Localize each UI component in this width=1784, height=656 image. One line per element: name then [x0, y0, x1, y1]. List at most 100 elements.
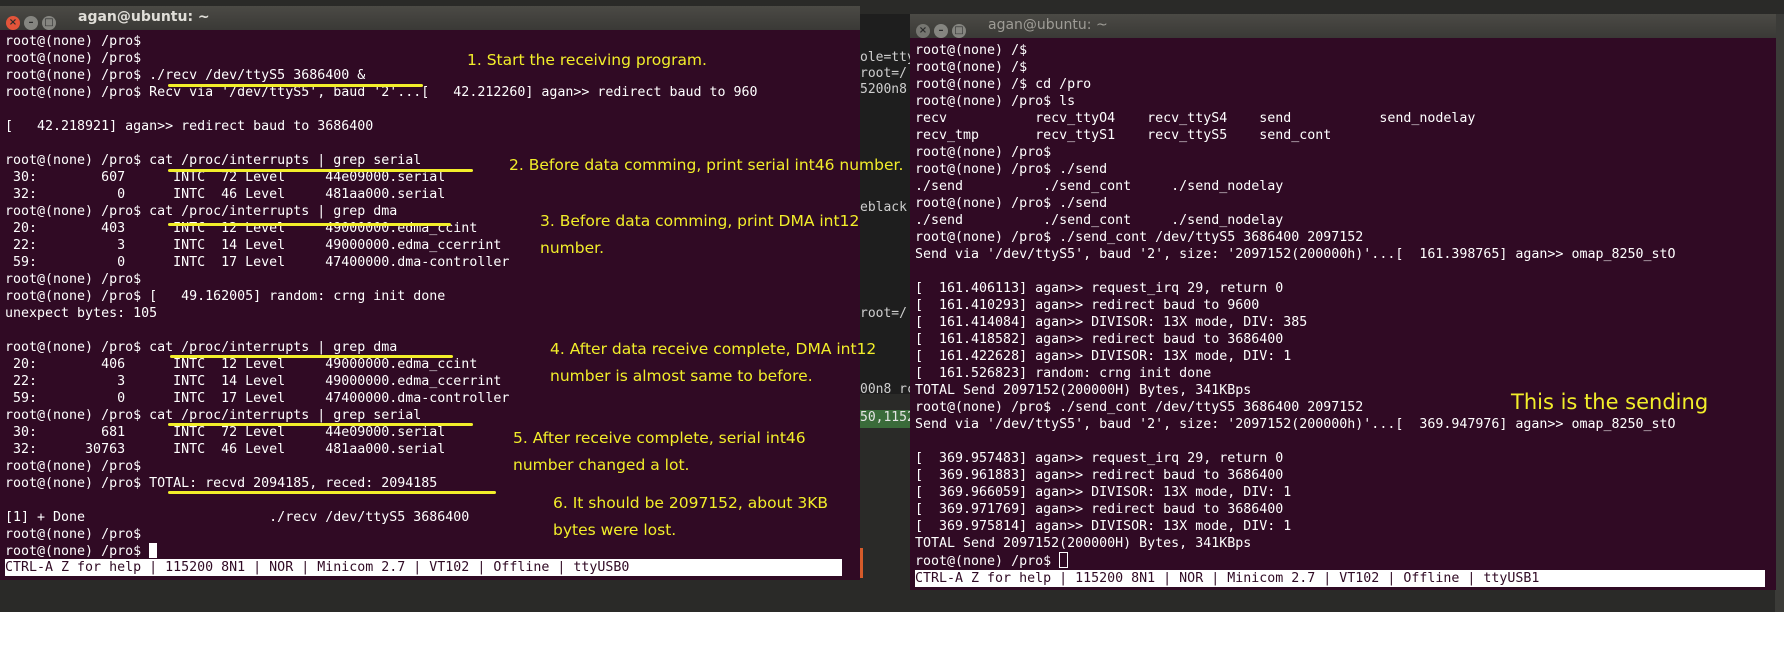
terminal-line-text: Send via '/dev/ttyS5', baud '2', size: '… [915, 417, 1676, 432]
annotation-1: 1. Start the receiving program. [467, 51, 707, 69]
terminal-line-text: root@(none) /pro$ cat /proc/interrupts |… [5, 204, 398, 219]
terminal-line: root@(none) /$ [915, 59, 1676, 76]
terminal-line-text: root@(none) /pro$ [5, 544, 150, 559]
terminal-line-text: root@(none) /pro$ ls [915, 94, 1076, 109]
terminal-line: root@(none) /$ cd /pro [915, 76, 1676, 93]
terminal-window-sender[interactable]: × – □ agan@ubuntu: ~ root@(none) /$ root@(n… [910, 14, 1776, 590]
minimize-icon[interactable]: – [24, 16, 38, 30]
fragment-text: root=/ [860, 306, 907, 321]
terminal-line-text: root@(none) /$ [915, 60, 1028, 75]
terminal-line: 59: 0 INTC 17 Level 47400000.dma-control… [5, 390, 758, 407]
terminal-line-text: root@(none) /pro$ [915, 554, 1060, 569]
minimize-icon[interactable]: – [934, 24, 948, 38]
terminal-line: root@(none) /pro$ ./send [915, 161, 1676, 178]
terminal-line-text: [ 161.406113] agan>> request_irq 29, ret… [915, 281, 1284, 296]
maximize-icon[interactable]: □ [952, 24, 966, 38]
terminal-line: [ 369.957483] agan>> request_irq 29, ret… [915, 450, 1676, 467]
annotation-4-line-2: number is almost same to before. [550, 367, 813, 385]
terminal-line: 32: 0 INTC 46 Level 481aa000.serial [5, 186, 758, 203]
annotation-5-line-1: 5. After receive complete, serial int46 [513, 429, 806, 447]
terminal-line: [ 161.526823] random: crng init done [915, 365, 1676, 382]
window-titlebar[interactable]: × – □ agan@ubuntu: ~ [910, 14, 1776, 38]
annotation-3: 3. Before data comming, print DMA int12 … [540, 208, 859, 262]
annotation-4-line-1: 4. After data receive complete, DMA int1… [550, 340, 877, 358]
annotation-sending: This is the sending [1511, 390, 1709, 414]
fragment-text: ole=tty [860, 50, 915, 65]
terminal-line-text: root@(none) /pro$ [5, 51, 142, 66]
terminal-line-text: 22: 3 INTC 14 Level 49000000.edma_ccerri… [5, 374, 502, 389]
annotation-underline [168, 169, 473, 172]
close-icon[interactable]: × [6, 16, 20, 30]
annotation-5: 5. After receive complete, serial int46 … [513, 425, 806, 479]
annotation-underline [168, 491, 496, 494]
terminal-output[interactable]: root@(none) /pro$ root@(none) /pro$ root@(… [5, 33, 758, 560]
terminal-line-text: root@(none) /$ cd /pro [915, 77, 1092, 92]
terminal-line-text: 22: 3 INTC 14 Level 49000000.edma_ccerri… [5, 238, 502, 253]
annotation-underline [168, 84, 423, 87]
terminal-line-text: [ 42.218921] agan>> redirect baud to 368… [5, 119, 374, 134]
terminal-line: root@(none) /$ [915, 42, 1676, 59]
terminal-line: root@(none) /pro$ [915, 144, 1676, 161]
annotation-underline [170, 355, 453, 358]
terminal-line-text: root@(none) /pro$ ./send_cont /dev/ttyS5… [915, 230, 1364, 245]
terminal-line-text: root@(none) /pro$ cat /proc/interrupts |… [5, 153, 422, 168]
terminal-line-text: 20: 406 INTC 12 Level 49000000.edma_ccin… [5, 357, 478, 372]
terminal-line: TOTAL Send 2097152(200000H) Bytes, 341KB… [915, 535, 1676, 552]
maximize-icon[interactable]: □ [42, 16, 56, 30]
terminal-line: [ 369.975814] agan>> DIVISOR: 13X mode, … [915, 518, 1676, 535]
terminal-line-text: recv_tmp recv_ttyS1 recv_ttyS5 send_cont [915, 128, 1332, 143]
terminal-line-text: 32: 0 INTC 46 Level 481aa000.serial [5, 187, 446, 202]
terminal-line-text: root@(none) /$ [915, 43, 1028, 58]
terminal-line: [ 369.966059] agan>> DIVISOR: 13X mode, … [915, 484, 1676, 501]
minicom-status-bar: CTRL-A Z for help | 115200 8N1 | NOR | M… [915, 570, 1765, 587]
terminal-line-text: unexpect bytes: 105 [5, 306, 158, 321]
terminal-line-text: 59: 0 INTC 17 Level 47400000.dma-control… [5, 391, 510, 406]
terminal-line-text: root@(none) /pro$ [5, 34, 142, 49]
terminal-line: [ 161.414084] agan>> DIVISOR: 13X mode, … [915, 314, 1676, 331]
terminal-line-text: root@(none) /pro$ [5, 272, 142, 287]
terminal-line: root@(none) /pro$ cat /proc/interrupts |… [5, 407, 758, 424]
terminal-line: Send via '/dev/ttyS5', baud '2', size: '… [915, 416, 1676, 433]
close-icon[interactable]: × [916, 24, 930, 38]
terminal-line: recv recv_ttyO4 recv_ttyS4 send send_nod… [915, 110, 1676, 127]
terminal-line: [ 161.410293] agan>> redirect baud to 96… [915, 297, 1676, 314]
terminal-line-text: root@(none) /pro$ ./recv /dev/ttyS5 3686… [5, 68, 366, 83]
terminal-cursor [149, 543, 158, 558]
annotation-3-line-1: 3. Before data comming, print DMA int12 [540, 212, 860, 230]
terminal-line: root@(none) /pro$ ./send [915, 195, 1676, 212]
terminal-line: [ 42.218921] agan>> redirect baud to 368… [5, 118, 758, 135]
terminal-line: root@(none) /pro$ [ 49.162005] random: c… [5, 288, 758, 305]
window-title: agan@ubuntu: ~ [988, 17, 1108, 33]
terminal-line: [ 161.422628] agan>> DIVISOR: 13X mode, … [915, 348, 1676, 365]
annotation-4: 4. After data receive complete, DMA int1… [550, 336, 876, 390]
annotation-underline [168, 223, 451, 226]
terminal-line-text: root@(none) /pro$ [5, 527, 142, 542]
terminal-line: ./send ./send_cont ./send_nodelay [915, 212, 1676, 229]
terminal-line: [ 369.961883] agan>> redirect baud to 36… [915, 467, 1676, 484]
fragment-highlight: 50,1152 [858, 410, 916, 428]
terminal-line-text: root@(none) /pro$ ./send_cont /dev/ttyS5… [915, 400, 1364, 415]
terminal-line-text: 30: 681 INTC 72 Level 44e09000.serial [5, 425, 446, 440]
terminal-line-text: root@(none) /pro$ ./send [915, 162, 1108, 177]
window-resize-edge [860, 548, 863, 578]
terminal-line: root@(none) /pro$ [915, 552, 1676, 569]
terminal-line-text: [ 369.966059] agan>> DIVISOR: 13X mode, … [915, 485, 1292, 500]
terminal-line-text: [ 369.961883] agan>> redirect baud to 36… [915, 468, 1284, 483]
terminal-line-text: root@(none) /pro$ [ 49.162005] random: c… [5, 289, 446, 304]
terminal-line-text: Send via '/dev/ttyS5', baud '2', size: '… [915, 247, 1676, 262]
terminal-line: root@(none) /pro$ [5, 543, 758, 560]
terminal-output[interactable]: root@(none) /$ root@(none) /$ root@(none) … [915, 42, 1676, 569]
terminal-line-text: root@(none) /pro$ cat /proc/interrupts |… [5, 340, 398, 355]
terminal-line-text: root@(none) /pro$ ./send [915, 196, 1108, 211]
annotation-underline [168, 423, 473, 426]
terminal-line-text: [ 161.418582] agan>> redirect baud to 36… [915, 332, 1284, 347]
terminal-line-text: [ 161.410293] agan>> redirect baud to 96… [915, 298, 1260, 313]
terminal-line: [ 161.418582] agan>> redirect baud to 36… [915, 331, 1676, 348]
window-titlebar[interactable]: × – □ agan@ubuntu: ~ [0, 6, 860, 30]
annotation-6-line-1: 6. It should be 2097152, about 3KB [553, 494, 829, 512]
annotation-2: 2. Before data comming, print serial int… [509, 156, 904, 174]
